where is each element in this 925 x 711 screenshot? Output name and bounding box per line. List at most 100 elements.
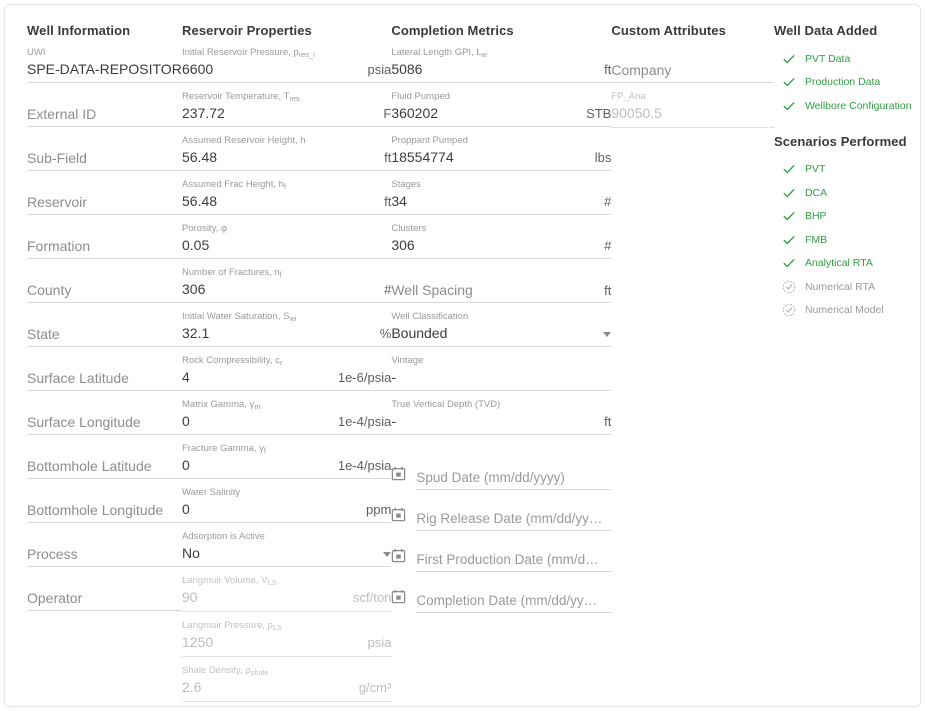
calendar-icon[interactable] [391, 589, 406, 609]
field-bottomhole-latitude[interactable]: Bottomhole LatitudeBottomhole Latitude [27, 443, 182, 482]
date-input-rig-release-date[interactable]: Rig Release Date (mm/dd/yy… [416, 509, 612, 531]
calendar-icon[interactable] [391, 466, 406, 486]
field-value-porosity[interactable]: 0.05 [182, 235, 391, 256]
field-value-surface-latitude[interactable]: Surface Latitude [27, 368, 182, 389]
field-matrix-gamma[interactable]: Matrix Gamma, γm 0 1e-4/psia [182, 399, 392, 438]
field-value-shale-density[interactable]: 2.6 [182, 677, 353, 698]
field-langmuir-volume-v[interactable]: Langmuir Volume, VLS 90 scf/ton [182, 575, 392, 615]
field-assumed-frac-height-h[interactable]: Assumed Frac Height, hf 56.48 ft [182, 179, 392, 218]
field-porosity[interactable]: Porosity, φ 0.05 [182, 223, 392, 262]
field-operator[interactable]: OperatorOperator [27, 575, 182, 614]
field-sub-field[interactable]: Sub-FieldSub-Field [27, 135, 182, 174]
field-well-classification[interactable]: Well Classification Bounded [391, 311, 612, 350]
field-value-county[interactable]: County [27, 280, 182, 301]
field-fracture-gamma[interactable]: Fracture Gamma, γf 0 1e-4/psia [182, 443, 392, 482]
field-value-fracture-gamma[interactable]: 0 [182, 455, 332, 476]
date-field-rig-release-date[interactable]: Rig Release Date (mm/dd/yy… [391, 501, 612, 531]
field-county[interactable]: CountyCounty [27, 267, 182, 306]
field-value-initial-reservoir-pressure-p[interactable]: 6600 [182, 59, 361, 80]
chevron-down-icon[interactable] [383, 551, 392, 557]
field-value-company[interactable]: Company [611, 60, 774, 81]
field-value-lateral-length-gpi-l[interactable]: 5086 [391, 59, 598, 80]
field-value-number-of-fractures-n[interactable]: 306 [182, 279, 378, 300]
calendar-glyph [392, 507, 406, 522]
field-langmuir-pressure-p[interactable]: Langmuir Pressure, pLS 1250 psia [182, 620, 392, 660]
date-field-spud-date[interactable]: Spud Date (mm/dd/yyyy) [391, 460, 612, 490]
field-value-reservoir-temperature-t[interactable]: 237.72 [182, 103, 377, 124]
field-value-true-vertical-depth-tvd[interactable]: - [391, 411, 598, 432]
field-value-assumed-reservoir-height-h[interactable]: 56.48 [182, 147, 378, 168]
date-field-first-production-date[interactable]: First Production Date (mm/d… [391, 542, 612, 572]
field-value-langmuir-pressure-p[interactable]: 1250 [182, 632, 361, 653]
status-item-production-data: Production Data [774, 71, 920, 95]
field-uwi[interactable]: UWISPE-DATA-REPOSITORY-D [27, 47, 182, 86]
field-proppant-pumped[interactable]: Proppant Pumped 18554774 lbs [391, 135, 612, 174]
field-value-external-id[interactable]: External ID [27, 104, 182, 125]
field-value-state[interactable]: State [27, 324, 182, 345]
field-rock-compressibility-c[interactable]: Rock Compressibility, cr 4 1e-6/psia [182, 355, 392, 394]
date-field-completion-date[interactable]: Completion Date (mm/dd/yy… [391, 583, 612, 613]
field-value-fp-ana[interactable]: 90050.5 [611, 103, 774, 124]
field-value-formation[interactable]: Formation [27, 236, 182, 257]
field-surface-latitude[interactable]: Surface LatitudeSurface Latitude [27, 355, 182, 394]
chevron-down-icon[interactable] [603, 331, 612, 337]
field-value-sub-field[interactable]: Sub-Field [27, 148, 182, 169]
field-value-initial-water-saturation-s[interactable]: 32.1 [182, 323, 374, 344]
field-label-shale-density: Shale Density, ρshale [182, 665, 269, 677]
field-surface-longitude[interactable]: Surface LongitudeSurface Longitude [27, 399, 182, 438]
field-value-process[interactable]: Process [27, 544, 182, 565]
calendar-icon[interactable] [391, 507, 406, 527]
field-initial-water-saturation-s[interactable]: Initial Water Saturation, Swi 32.1% [182, 311, 392, 350]
field-value-operator[interactable]: Operator [27, 588, 182, 609]
field-unit-clusters: # [604, 238, 612, 253]
field-unit-rock-compressibility-c: 1e-6/psia [337, 370, 392, 385]
field-value-fluid-pumped[interactable]: 360202 [391, 103, 580, 124]
field-value-vintage[interactable]: - [391, 367, 611, 388]
date-input-first-production-date[interactable]: First Production Date (mm/d… [416, 550, 612, 572]
field-external-id[interactable]: External IDExternal ID [27, 91, 182, 130]
field-clusters[interactable]: Clusters 306 # [391, 223, 612, 262]
field-value-clusters[interactable]: 306 [391, 235, 598, 256]
field-value-stages[interactable]: 34 [391, 191, 598, 212]
field-value-rock-compressibility-c[interactable]: 4 [182, 367, 332, 388]
field-value-langmuir-volume-v[interactable]: 90 [182, 587, 347, 608]
status-label-pvt: PVT [804, 163, 826, 176]
field-value-proppant-pumped[interactable]: 18554774 [391, 147, 588, 168]
field-value-uwi[interactable]: SPE-DATA-REPOSITORY-D [27, 59, 182, 80]
field-bottomhole-longitude[interactable]: Bottomhole LongitudeBottomhole Longitude [27, 487, 182, 526]
field-fluid-pumped[interactable]: Fluid Pumped 360202 STB [391, 91, 612, 130]
field-value-bottomhole-longitude[interactable]: Bottomhole Longitude [27, 500, 182, 521]
field-fp-ana[interactable]: FP_Ana 90050.5 [611, 91, 774, 131]
field-company[interactable]: CompanyCompany [611, 47, 774, 86]
field-underline [27, 82, 182, 83]
field-value-adsorption-is-active[interactable]: No [182, 543, 377, 564]
field-value-well-classification[interactable]: Bounded [391, 323, 597, 344]
field-value-bottomhole-latitude[interactable]: Bottomhole Latitude [27, 456, 182, 477]
section-title-well-data-added: Well Data Added [773, 23, 878, 38]
field-value-assumed-frac-height-h[interactable]: 56.48 [182, 191, 378, 212]
field-state[interactable]: StateState [27, 311, 182, 350]
field-stages[interactable]: Stages 34 # [391, 179, 612, 218]
field-number-of-fractures-n[interactable]: Number of Fractures, nf 306 # [182, 267, 392, 306]
field-reservoir[interactable]: ReservoirReservoir [27, 179, 182, 218]
field-value-reservoir[interactable]: Reservoir [27, 192, 182, 213]
field-adsorption-is-active[interactable]: Adsorption is Active No [182, 531, 392, 570]
field-initial-reservoir-pressure-p[interactable]: Initial Reservoir Pressure, pres_i 6600 ps… [182, 47, 392, 86]
field-value-matrix-gamma[interactable]: 0 [182, 411, 332, 432]
field-assumed-reservoir-height-h[interactable]: Assumed Reservoir Height, h 56.48 ft [182, 135, 392, 174]
field-value-water-salinity[interactable]: 0 [182, 499, 360, 520]
field-lateral-length-gpi-l[interactable]: Lateral Length GPI, Lw 5086 ft [391, 47, 612, 86]
date-input-completion-date[interactable]: Completion Date (mm/dd/yy… [416, 591, 612, 613]
field-reservoir-temperature-t[interactable]: Reservoir Temperature, Tres 237.72 F [182, 91, 392, 130]
field-water-salinity[interactable]: Water Salinity 0 ppm [182, 487, 392, 526]
field-value-well-spacing[interactable]: Well Spacing [391, 280, 598, 301]
calendar-icon[interactable] [391, 548, 406, 568]
field-shale-density[interactable]: Shale Density, ρshale 2.6 g/cm³ [182, 665, 392, 705]
field-well-spacing[interactable]: Well SpacingWell Spacing ft [391, 267, 612, 306]
field-formation[interactable]: FormationFormation [27, 223, 182, 262]
field-process[interactable]: ProcessProcess [27, 531, 182, 570]
field-true-vertical-depth-tvd[interactable]: True Vertical Depth (TVD) - ft [391, 399, 612, 438]
date-input-spud-date[interactable]: Spud Date (mm/dd/yyyy) [416, 468, 612, 490]
field-vintage[interactable]: Vintage - [391, 355, 612, 394]
field-value-surface-longitude[interactable]: Surface Longitude [27, 412, 182, 433]
